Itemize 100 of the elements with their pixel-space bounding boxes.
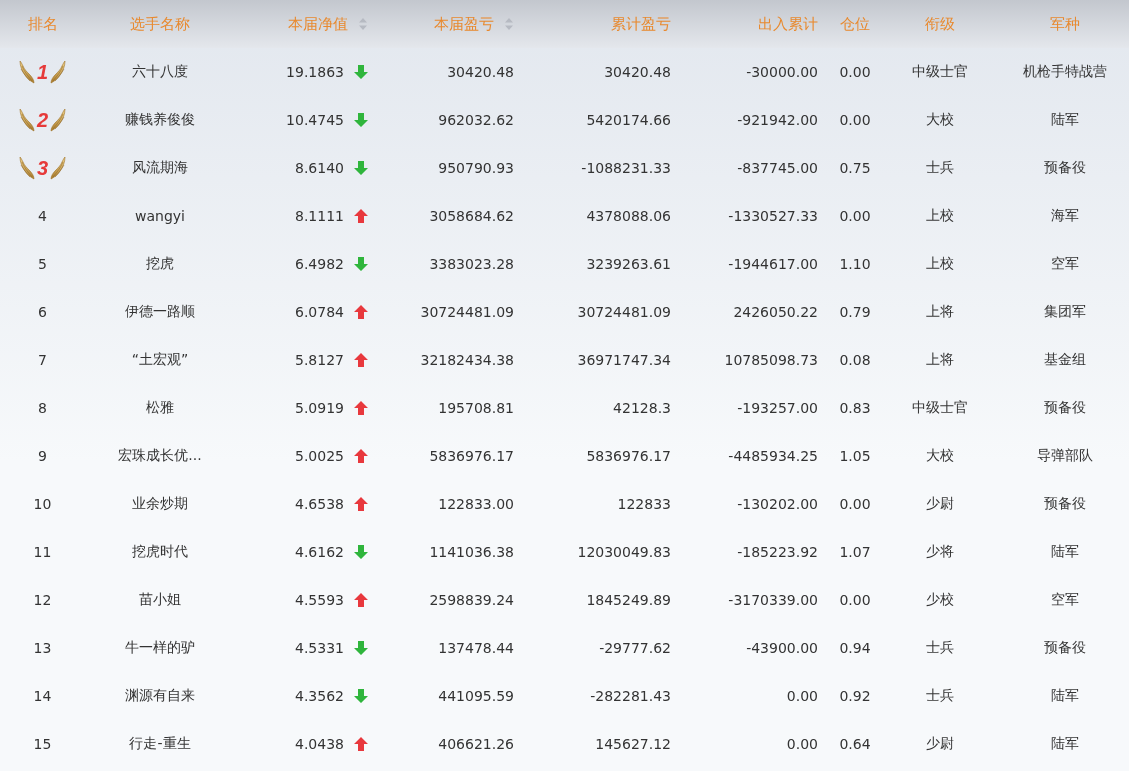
- net-value: 10.4745: [286, 112, 344, 128]
- column-header: 军种: [1049, 14, 1080, 34]
- position-ratio: 0.75: [839, 160, 871, 176]
- branch-name: 陆军: [1050, 111, 1079, 129]
- column-header: 累计盈亏: [611, 14, 671, 34]
- net-flow: 0.00: [786, 688, 818, 704]
- player-name: “土宏观”: [131, 351, 189, 369]
- rank-number: 6: [38, 304, 47, 320]
- total-profit: 36971747.34: [577, 352, 671, 368]
- position-ratio: 0.83: [839, 400, 871, 416]
- rank-number: 3: [36, 156, 49, 180]
- player-name: 风流期海: [132, 159, 188, 177]
- net-flow: -921942.00: [737, 112, 818, 128]
- column-header: 选手名称: [130, 14, 190, 34]
- net-value: 5.0025: [295, 448, 344, 464]
- net-flow: 0.00: [786, 736, 818, 752]
- branch-name: 空军: [1050, 255, 1079, 273]
- total-profit: -1088231.33: [581, 160, 671, 176]
- rank-title: 士兵: [926, 159, 954, 177]
- rank-title: 少将: [926, 543, 954, 561]
- branch-name: 陆军: [1050, 687, 1079, 705]
- player-name: 挖虎: [146, 255, 174, 273]
- column-header: 衔级: [925, 14, 955, 34]
- sort-icon[interactable]: [358, 17, 368, 31]
- net-value: 4.6162: [295, 544, 344, 560]
- rank-number: 10: [33, 496, 52, 512]
- branch-name: 机枪手特战营: [1022, 63, 1107, 81]
- rank-number: 4: [38, 208, 47, 224]
- rank-number: 15: [33, 736, 52, 752]
- total-profit: 30724481.09: [577, 304, 671, 320]
- position-ratio: 0.79: [839, 304, 871, 320]
- rank-title: 少校: [926, 591, 954, 609]
- total-profit: 5836976.17: [586, 448, 671, 464]
- player-name: 六十八度: [132, 63, 188, 81]
- branch-name: 基金组: [1043, 351, 1086, 369]
- period-profit: 3383023.28: [429, 256, 514, 272]
- branch-name: 预备役: [1043, 495, 1086, 513]
- total-profit: 5420174.66: [586, 112, 671, 128]
- period-profit: 30420.48: [447, 64, 514, 80]
- position-ratio: 1.07: [839, 544, 871, 560]
- sort-icon[interactable]: [504, 17, 514, 31]
- wing-icon: [50, 60, 67, 84]
- rank-title: 上校: [926, 255, 954, 273]
- net-value: 8.6140: [295, 160, 344, 176]
- net-flow: -1944617.00: [728, 256, 818, 272]
- net-value: 4.0438: [295, 736, 344, 752]
- total-profit: 12030049.83: [577, 544, 671, 560]
- branch-name: 空军: [1050, 591, 1079, 609]
- total-profit: -29777.62: [599, 640, 671, 656]
- total-profit: 1845249.89: [586, 592, 671, 608]
- rank-number: 2: [36, 108, 49, 132]
- position-ratio: 0.00: [839, 64, 871, 80]
- rank-number: 14: [33, 688, 52, 704]
- column-header[interactable]: 本届盈亏: [434, 14, 514, 34]
- player-name: 牛一样的驴: [125, 639, 195, 657]
- net-value: 4.5331: [295, 640, 344, 656]
- net-flow: -3170339.00: [728, 592, 818, 608]
- position-ratio: 0.00: [839, 208, 871, 224]
- rank-number: 12: [33, 592, 52, 608]
- rank-number: 1: [36, 60, 49, 84]
- player-name: 业余炒期: [132, 495, 188, 513]
- rank-number: 5: [38, 256, 47, 272]
- net-flow: 2426050.22: [733, 304, 818, 320]
- rank-title: 士兵: [926, 639, 954, 657]
- position-ratio: 0.00: [839, 592, 871, 608]
- period-profit: 1141036.38: [429, 544, 514, 560]
- column-header[interactable]: 本届净值: [288, 14, 368, 34]
- rank-title: 大校: [926, 447, 954, 465]
- position-ratio: 0.92: [839, 688, 871, 704]
- period-profit: 950790.93: [438, 160, 514, 176]
- total-profit: 145627.12: [595, 736, 671, 752]
- period-profit: 406621.26: [438, 736, 514, 752]
- net-value: 4.6538: [295, 496, 344, 512]
- column-header: 仓位: [840, 14, 870, 34]
- net-flow: -30000.00: [746, 64, 818, 80]
- rank-title: 少尉: [926, 495, 954, 513]
- wing-icon: [18, 60, 35, 84]
- wing-icon: [18, 156, 35, 180]
- position-ratio: 1.10: [839, 256, 871, 272]
- position-ratio: 0.64: [839, 736, 871, 752]
- net-value: 6.4982: [295, 256, 344, 272]
- column-header: 出入累计: [758, 14, 818, 34]
- rank-title: 上将: [926, 303, 954, 321]
- rank-number: 8: [38, 400, 47, 416]
- wing-icon: [18, 108, 35, 132]
- net-value: 4.3562: [295, 688, 344, 704]
- player-name: 行走-重生: [129, 735, 191, 753]
- rank-title: 士兵: [926, 687, 954, 705]
- period-profit: 962032.62: [438, 112, 514, 128]
- player-name: 伊德一路顺: [125, 303, 195, 321]
- wing-icon: [50, 156, 67, 180]
- branch-name: 集团军: [1043, 303, 1086, 321]
- net-flow: -1330527.33: [728, 208, 818, 224]
- period-profit: 32182434.38: [420, 352, 514, 368]
- rank-number: 13: [33, 640, 52, 656]
- player-name: 苗小姐: [139, 591, 181, 609]
- net-value: 6.0784: [295, 304, 344, 320]
- player-name: 赚钱养俊俊: [125, 111, 195, 129]
- total-profit: 4378088.06: [586, 208, 671, 224]
- net-value: 4.5593: [295, 592, 344, 608]
